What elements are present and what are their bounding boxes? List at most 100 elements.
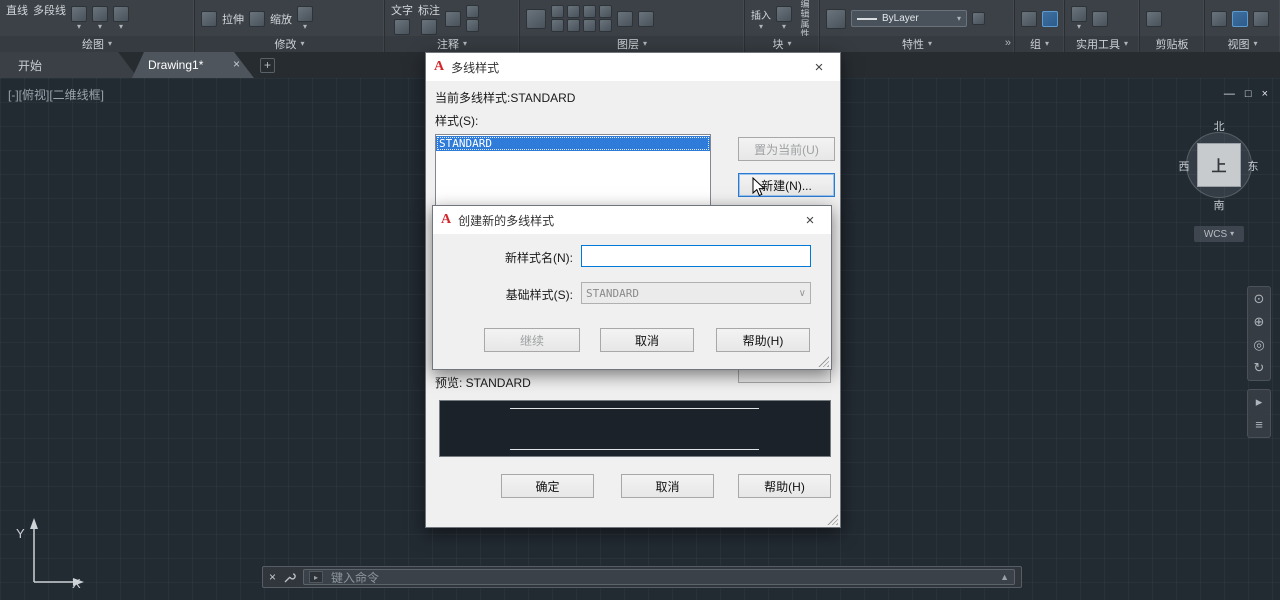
viewcube-south[interactable]: 南 xyxy=(1211,197,1227,213)
layer-unlock-icon[interactable] xyxy=(599,19,612,32)
properties-panel-label[interactable]: 特性▾ » xyxy=(820,36,1014,52)
file-tab-drawing1[interactable]: Drawing1* × xyxy=(132,52,254,78)
block-panel-label[interactable]: 块▾ xyxy=(745,36,819,52)
ok-button[interactable]: 确定 xyxy=(501,474,594,498)
layer-properties-icon[interactable] xyxy=(526,9,546,29)
steering-wheel-icon[interactable]: ⊙ xyxy=(1254,292,1265,306)
viewcube-east[interactable]: 东 xyxy=(1245,158,1261,174)
modify-panel-label[interactable]: 修改▾ xyxy=(195,36,384,52)
create-new-style-dialog: A 创建新的多线样式 × 新样式名(N): 基础样式(S): STANDARD … xyxy=(432,205,832,370)
resize-grip[interactable] xyxy=(818,356,829,367)
arc-tool-icon xyxy=(92,6,108,22)
circle-tool-dropdown[interactable]: ▾ xyxy=(71,6,87,31)
text-tool-button[interactable]: 文字 xyxy=(391,2,413,35)
command-line-bar: × ▸ 键入命令 ▲ xyxy=(262,566,1022,588)
layer-freeze-icon[interactable] xyxy=(583,5,596,18)
viewcube[interactable]: 北 南 西 东 上 WCS▾ xyxy=(1178,118,1262,248)
line-tool-button[interactable]: 直线 xyxy=(6,1,28,18)
clipboard-panel-label[interactable]: 剪贴板 xyxy=(1140,36,1204,52)
wcs-menu[interactable]: WCS▾ xyxy=(1194,226,1244,242)
dialog-title: 创建新的多线样式 xyxy=(458,212,554,229)
layer-lock-icon[interactable] xyxy=(599,5,612,18)
continue-button[interactable]: 继续 xyxy=(484,328,580,352)
multiline-style-titlebar[interactable]: A 多线样式 × xyxy=(426,53,840,81)
help-button[interactable]: 帮助(H) xyxy=(716,328,810,352)
cancel-button[interactable]: 取消 xyxy=(621,474,714,498)
viewcube-north[interactable]: 北 xyxy=(1211,118,1227,134)
measure-dropdown[interactable]: ▾ xyxy=(1071,6,1087,31)
match-properties-icon[interactable] xyxy=(826,9,846,29)
close-icon[interactable]: × xyxy=(797,212,823,229)
layer-thaw-icon[interactable] xyxy=(583,19,596,32)
leader-icon[interactable] xyxy=(445,11,461,27)
object-color-dropdown[interactable]: ByLayer ▾ xyxy=(851,10,967,27)
scale-icon[interactable] xyxy=(249,11,265,27)
new-style-name-input[interactable] xyxy=(581,245,811,267)
close-icon[interactable]: × xyxy=(1262,88,1268,100)
layer-off-icon[interactable] xyxy=(551,5,564,18)
arc-tool-dropdown[interactable]: ▾ xyxy=(92,6,108,31)
polyline-tool-button[interactable]: 多段线 xyxy=(33,1,66,18)
customize-wrench-icon[interactable] xyxy=(283,571,296,584)
rectangle-tool-dropdown[interactable]: ▾ xyxy=(113,6,129,31)
draw-panel-label[interactable]: 绘图▾ xyxy=(0,36,194,52)
command-expand-icon[interactable]: ▲ xyxy=(1000,572,1009,582)
viewport-controls[interactable]: [-][俯视][二维线框] xyxy=(8,86,104,103)
edit-attributes-button[interactable]: 编辑属性 xyxy=(797,0,813,36)
viewcube-top-face[interactable]: 上 xyxy=(1197,143,1241,187)
panel-overflow-chevron[interactable]: » xyxy=(1005,37,1011,49)
utilities-panel-label[interactable]: 实用工具▾ xyxy=(1065,36,1139,52)
file-tab-start[interactable]: 开始 xyxy=(0,52,138,78)
ungroup-icon[interactable] xyxy=(1042,11,1058,27)
insert-block-button[interactable]: 插入▾ xyxy=(751,7,771,31)
ucs-x-label: X xyxy=(72,576,81,591)
array-tool-dropdown[interactable]: ▾ xyxy=(297,6,313,31)
chevron-down-icon: ∨ xyxy=(799,288,806,299)
base-view-icon[interactable] xyxy=(1211,11,1227,27)
resize-grip[interactable] xyxy=(827,514,838,525)
create-new-style-titlebar[interactable]: A 创建新的多线样式 × xyxy=(433,206,831,234)
showmotion-icon[interactable]: ▸ xyxy=(1256,395,1263,409)
restore-icon[interactable]: □ xyxy=(1245,88,1252,100)
minimize-icon[interactable]: — xyxy=(1224,88,1235,100)
recent-commands-icon[interactable]: ▸ xyxy=(309,571,323,583)
stretch-tool-label[interactable]: 拉伸 xyxy=(222,11,244,27)
close-icon[interactable]: × xyxy=(806,59,832,76)
help-button[interactable]: 帮助(H) xyxy=(738,474,831,498)
navbar-menu-icon[interactable]: ≡ xyxy=(1255,418,1263,432)
annotation-scale-buttons[interactable] xyxy=(466,5,479,32)
create-block-icon xyxy=(776,6,792,22)
preview-line-bottom xyxy=(510,449,759,450)
command-input[interactable]: ▸ 键入命令 ▲ xyxy=(303,569,1015,585)
tab-close-icon[interactable]: × xyxy=(233,57,240,71)
quick-select-icon[interactable] xyxy=(1092,11,1108,27)
group-icon[interactable] xyxy=(1021,11,1037,27)
command-close-icon[interactable]: × xyxy=(269,570,276,584)
layer-match-icon[interactable] xyxy=(617,11,633,27)
named-views-icon[interactable] xyxy=(1253,11,1269,27)
viewport-config-icon[interactable] xyxy=(1232,11,1248,27)
stretch-icon[interactable] xyxy=(201,11,217,27)
pan-icon[interactable]: ⊕ xyxy=(1254,315,1265,329)
layer-unisolate-icon[interactable] xyxy=(567,19,580,32)
paste-icon[interactable] xyxy=(1146,11,1162,27)
orbit-icon[interactable]: ↻ xyxy=(1254,361,1265,375)
base-style-dropdown[interactable]: STANDARD ∨ xyxy=(581,282,811,304)
layers-panel-label[interactable]: 图层▾ xyxy=(520,36,744,52)
layer-previous-icon[interactable] xyxy=(638,11,654,27)
new-tab-button[interactable]: + xyxy=(260,58,275,73)
viewcube-west[interactable]: 西 xyxy=(1176,158,1192,174)
scale-tool-label[interactable]: 缩放 xyxy=(270,11,292,27)
properties-palette-icon[interactable] xyxy=(972,12,985,25)
layer-on-icon[interactable] xyxy=(551,19,564,32)
create-block-dropdown[interactable]: ▾ xyxy=(776,6,792,31)
layer-isolate-icon[interactable] xyxy=(567,5,580,18)
dimension-tool-button[interactable]: 标注 xyxy=(418,2,440,35)
annotate-panel-label[interactable]: 注释▾ xyxy=(385,36,519,52)
style-list-item-standard[interactable]: STANDARD xyxy=(436,136,710,151)
groups-panel-label[interactable]: 组▾ xyxy=(1015,36,1064,52)
cancel-button[interactable]: 取消 xyxy=(600,328,694,352)
zoom-icon[interactable]: ◎ xyxy=(1253,338,1264,352)
set-current-button[interactable]: 置为当前(U) xyxy=(738,137,835,161)
view-panel-label[interactable]: 视图▾ xyxy=(1205,36,1280,52)
